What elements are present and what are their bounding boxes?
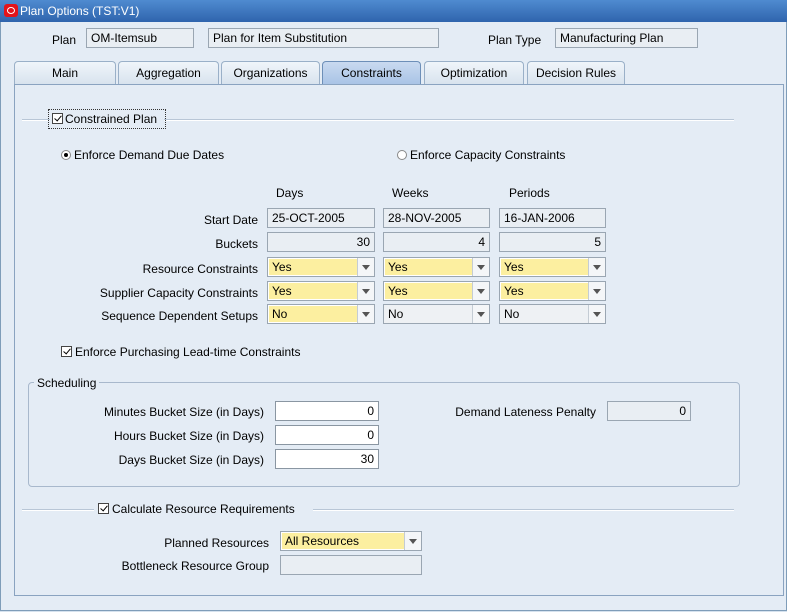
buckets-periods-field[interactable]: 5 xyxy=(499,232,606,252)
enforce-demand-due-dates-radio[interactable] xyxy=(61,150,71,160)
bottleneck-resource-group-field[interactable] xyxy=(280,555,422,575)
chevron-down-icon[interactable] xyxy=(472,282,489,300)
sequence-setups-days-select[interactable]: No xyxy=(267,304,375,324)
resource-constraints-weeks-select[interactable]: Yes xyxy=(383,257,490,277)
tab-main[interactable]: Main xyxy=(14,61,116,84)
calculate-resource-requirements-label[interactable]: Calculate Resource Requirements xyxy=(112,502,295,516)
chevron-down-icon[interactable] xyxy=(357,305,374,323)
chevron-down-icon[interactable] xyxy=(404,532,421,550)
enforce-demand-due-dates-label[interactable]: Enforce Demand Due Dates xyxy=(74,148,224,162)
chevron-down-icon[interactable] xyxy=(472,305,489,323)
tab-decision-rules[interactable]: Decision Rules xyxy=(527,61,625,84)
sequence-setups-periods-select[interactable]: No xyxy=(499,304,606,324)
buckets-label: Buckets xyxy=(215,237,258,251)
sequence-dependent-setups-label: Sequence Dependent Setups xyxy=(101,309,258,323)
buckets-weeks-field[interactable]: 4 xyxy=(383,232,490,252)
enforce-capacity-constraints-radio[interactable] xyxy=(397,150,407,160)
bottleneck-resource-group-label: Bottleneck Resource Group xyxy=(121,559,269,573)
start-date-label: Start Date xyxy=(203,213,258,227)
enforce-purchasing-leadtime-label[interactable]: Enforce Purchasing Lead-time Constraints xyxy=(75,345,300,359)
plan-description-field[interactable]: Plan for Item Substitution xyxy=(208,28,439,48)
separator xyxy=(313,509,734,511)
demand-lateness-penalty-field[interactable]: 0 xyxy=(607,401,691,421)
chevron-down-icon[interactable] xyxy=(357,282,374,300)
column-header-weeks: Weeks xyxy=(392,186,429,200)
chevron-down-icon[interactable] xyxy=(588,282,605,300)
supplier-capacity-constraints-label: Supplier Capacity Constraints xyxy=(99,286,258,300)
chevron-down-icon[interactable] xyxy=(588,305,605,323)
resource-constraints-periods-select[interactable]: Yes xyxy=(499,257,606,277)
days-bucket-label: Days Bucket Size (in Days) xyxy=(118,453,264,467)
minutes-bucket-field[interactable]: 0 xyxy=(275,401,379,421)
start-date-periods-field[interactable]: 16-JAN-2006 xyxy=(499,208,606,228)
start-date-days-field[interactable]: 25-OCT-2005 xyxy=(267,208,375,228)
planned-resources-select[interactable]: All Resources xyxy=(280,531,422,551)
tab-aggregation[interactable]: Aggregation xyxy=(118,61,219,84)
constrained-plan-label: Constrained Plan xyxy=(65,112,158,126)
separator xyxy=(22,119,50,121)
tab-optimization[interactable]: Optimization xyxy=(424,61,524,84)
chevron-down-icon[interactable] xyxy=(357,258,374,276)
plan-type-field[interactable]: Manufacturing Plan xyxy=(555,28,698,48)
sequence-setups-weeks-select[interactable]: No xyxy=(383,304,490,324)
enforce-capacity-constraints-label[interactable]: Enforce Capacity Constraints xyxy=(410,148,565,162)
supplier-capacity-periods-select[interactable]: Yes xyxy=(499,281,606,301)
planned-resources-label: Planned Resources xyxy=(164,536,269,550)
plan-type-label: Plan Type xyxy=(488,33,542,47)
resource-constraints-days-select[interactable]: Yes xyxy=(267,257,375,277)
enforce-purchasing-leadtime-checkbox[interactable] xyxy=(61,346,72,357)
tab-constraints[interactable]: Constraints xyxy=(322,61,421,84)
tab-organizations[interactable]: Organizations xyxy=(221,61,320,84)
chevron-down-icon[interactable] xyxy=(588,258,605,276)
supplier-capacity-weeks-select[interactable]: Yes xyxy=(383,281,490,301)
demand-lateness-penalty-label: Demand Lateness Penalty xyxy=(455,405,596,419)
scheduling-group-label: Scheduling xyxy=(34,376,100,390)
buckets-days-field[interactable]: 30 xyxy=(267,232,375,252)
minutes-bucket-label: Minutes Bucket Size (in Days) xyxy=(103,405,264,419)
window-title: Plan Options (TST:V1) xyxy=(20,4,140,18)
chevron-down-icon[interactable] xyxy=(472,258,489,276)
oracle-icon xyxy=(4,4,18,17)
hours-bucket-label: Hours Bucket Size (in Days) xyxy=(113,429,264,443)
separator xyxy=(164,119,734,121)
supplier-capacity-days-select[interactable]: Yes xyxy=(267,281,375,301)
hours-bucket-field[interactable]: 0 xyxy=(275,425,379,445)
resource-constraints-label: Resource Constraints xyxy=(142,262,258,276)
constrained-plan-checkbox-row[interactable]: Constrained Plan xyxy=(48,109,166,129)
window-title-bar[interactable]: Plan Options (TST:V1) xyxy=(0,0,787,22)
constrained-plan-checkbox[interactable] xyxy=(52,113,63,124)
days-bucket-field[interactable]: 30 xyxy=(275,449,379,469)
plan-label: Plan xyxy=(52,33,77,47)
column-header-periods: Periods xyxy=(509,186,550,200)
start-date-weeks-field[interactable]: 28-NOV-2005 xyxy=(383,208,490,228)
separator xyxy=(22,509,94,511)
plan-code-field[interactable]: OM-Itemsub xyxy=(86,28,194,48)
calculate-resource-requirements-checkbox[interactable] xyxy=(98,503,109,514)
column-header-days: Days xyxy=(276,186,304,200)
